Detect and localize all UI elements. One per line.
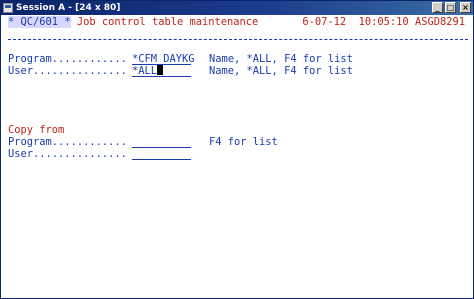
header-marker-left: * bbox=[8, 16, 15, 28]
copy-program-input[interactable] bbox=[132, 136, 191, 148]
header-separator bbox=[8, 39, 468, 40]
program-hint: Name, *ALL, F4 for list bbox=[209, 53, 353, 65]
close-button[interactable]: × bbox=[460, 2, 471, 13]
copy-program-hint: F4 for list bbox=[209, 136, 278, 148]
terminal-window: Session A - [24 x 80] _ □ × * QC/601 * J… bbox=[0, 0, 474, 299]
user-label: User............... bbox=[8, 65, 127, 77]
header-marker-right: * bbox=[64, 16, 71, 28]
minimize-button[interactable]: _ bbox=[432, 2, 443, 13]
maximize-button[interactable]: □ bbox=[445, 2, 456, 13]
window-title: Session A - [24 x 80] bbox=[16, 3, 121, 13]
text-cursor bbox=[157, 65, 164, 75]
program-label: Program............ bbox=[8, 53, 127, 65]
user-input[interactable]: *ALL bbox=[132, 65, 191, 77]
header-datetime: 6-07-12 10:05:10 ASGD8291 bbox=[302, 16, 465, 28]
session-icon bbox=[3, 3, 13, 13]
title-bar[interactable]: Session A - [24 x 80] _ □ × bbox=[1, 1, 473, 15]
copy-user-label: User............... bbox=[8, 148, 127, 160]
user-hint: Name, *ALL, F4 for list bbox=[209, 65, 353, 77]
header-system: ASGD8291 bbox=[414, 16, 465, 28]
screen-title: Job control table maintenance bbox=[76, 16, 259, 28]
program-id-badge: * QC/601 * bbox=[8, 16, 71, 28]
program-id: QC/601 bbox=[20, 16, 59, 28]
window-controls: _ □ × bbox=[432, 2, 471, 13]
header-time: 10:05:10 bbox=[358, 16, 409, 28]
copy-program-label: Program............ bbox=[8, 136, 127, 148]
user-input-value: *ALL bbox=[132, 65, 158, 77]
copy-from-heading: Copy from bbox=[8, 124, 65, 136]
terminal-screen[interactable]: * QC/601 * Job control table maintenance… bbox=[1, 15, 473, 298]
program-input[interactable]: *CFM_DAYKG bbox=[132, 53, 195, 65]
copy-user-input[interactable] bbox=[132, 148, 191, 160]
screen-header: * QC/601 * Job control table maintenance bbox=[8, 16, 258, 28]
header-date: 6-07-12 bbox=[302, 16, 347, 28]
